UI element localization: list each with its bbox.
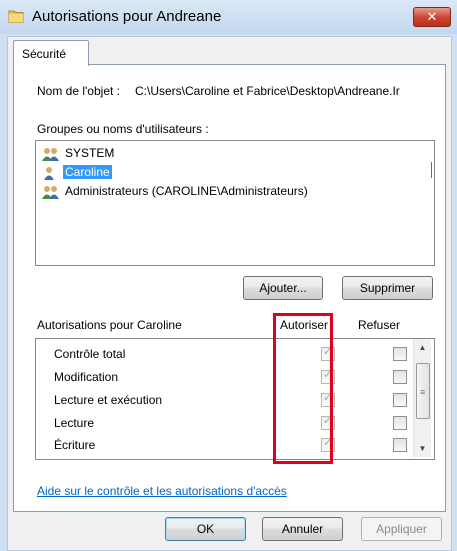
cancel-button[interactable]: Annuler bbox=[262, 517, 343, 541]
permission-name: Lecture et exécution bbox=[54, 393, 163, 407]
help-link[interactable]: Aide sur le contrôle et les autorisation… bbox=[37, 484, 287, 498]
deny-checkbox[interactable] bbox=[393, 393, 407, 407]
add-button[interactable]: Ajouter... bbox=[243, 276, 323, 300]
deny-checkbox[interactable] bbox=[393, 370, 407, 384]
group-users-icon bbox=[42, 186, 59, 199]
groups-listbox[interactable]: SYSTEM Caroline Administrateurs (CAROLIN… bbox=[35, 140, 435, 266]
scroll-thumb[interactable]: ≡ bbox=[416, 363, 430, 419]
permission-name: Contrôle total bbox=[54, 347, 126, 361]
permission-row: Lecture et exécution ✓ bbox=[54, 391, 434, 413]
permission-row: Lecture ✓ bbox=[54, 414, 434, 436]
permission-row: Contrôle total ✓ bbox=[54, 345, 434, 367]
deny-column-header: Refuser bbox=[358, 318, 401, 332]
deny-checkbox[interactable] bbox=[393, 347, 407, 361]
grip-icon: ≡ bbox=[420, 387, 426, 397]
window-title: Autorisations pour Andreane bbox=[32, 8, 222, 25]
highlight-annotation bbox=[273, 313, 333, 464]
tab-securite[interactable]: Sécurité bbox=[13, 40, 89, 66]
permission-name: Modification bbox=[54, 370, 119, 384]
permission-row: Écriture ✓ bbox=[54, 436, 434, 458]
ok-button[interactable]: OK bbox=[165, 517, 246, 541]
scroll-up-arrow-icon[interactable]: ▲ bbox=[414, 339, 431, 356]
permissions-dialog: Autorisations pour Andreane ✕ Sécurité N… bbox=[0, 0, 457, 551]
permission-name: Écriture bbox=[54, 438, 96, 452]
tab-label: Sécurité bbox=[22, 47, 67, 61]
close-button[interactable]: ✕ bbox=[413, 7, 451, 27]
deny-checkbox[interactable] bbox=[393, 416, 407, 430]
permission-row: Modification ✓ bbox=[54, 368, 434, 390]
scroll-down-arrow-icon[interactable]: ▼ bbox=[414, 440, 431, 457]
permissions-scrollbar[interactable]: ▲ ≡ ▼ bbox=[413, 339, 431, 457]
user-icon bbox=[44, 167, 54, 180]
list-item[interactable]: Administrateurs (CAROLINE\Administrateur… bbox=[41, 183, 421, 201]
title-bar[interactable]: Autorisations pour Andreane ✕ bbox=[0, 0, 457, 34]
group-users-icon bbox=[42, 148, 59, 161]
remove-button[interactable]: Supprimer bbox=[342, 276, 433, 300]
list-item-label: Caroline bbox=[63, 165, 112, 179]
groups-label: Groupes ou noms d'utilisateurs : bbox=[37, 122, 209, 136]
list-item-label: Administrateurs (CAROLINE\Administrateur… bbox=[65, 184, 308, 198]
object-path: C:\Users\Caroline et Fabrice\Desktop\And… bbox=[135, 84, 400, 98]
list-item-label: SYSTEM bbox=[65, 146, 115, 160]
object-name-label: Nom de l'objet : bbox=[37, 84, 120, 98]
text-caret bbox=[431, 162, 432, 178]
folder-icon bbox=[8, 10, 24, 23]
permissions-label: Autorisations pour Caroline bbox=[37, 318, 182, 332]
deny-checkbox[interactable] bbox=[393, 438, 407, 452]
permission-name: Lecture bbox=[54, 416, 95, 430]
list-item[interactable]: Caroline bbox=[41, 164, 421, 182]
list-item[interactable]: SYSTEM bbox=[41, 145, 421, 163]
permissions-list[interactable]: Contrôle total ✓ Modification ✓ Lecture … bbox=[35, 338, 435, 460]
apply-button[interactable]: Appliquer bbox=[361, 517, 442, 541]
